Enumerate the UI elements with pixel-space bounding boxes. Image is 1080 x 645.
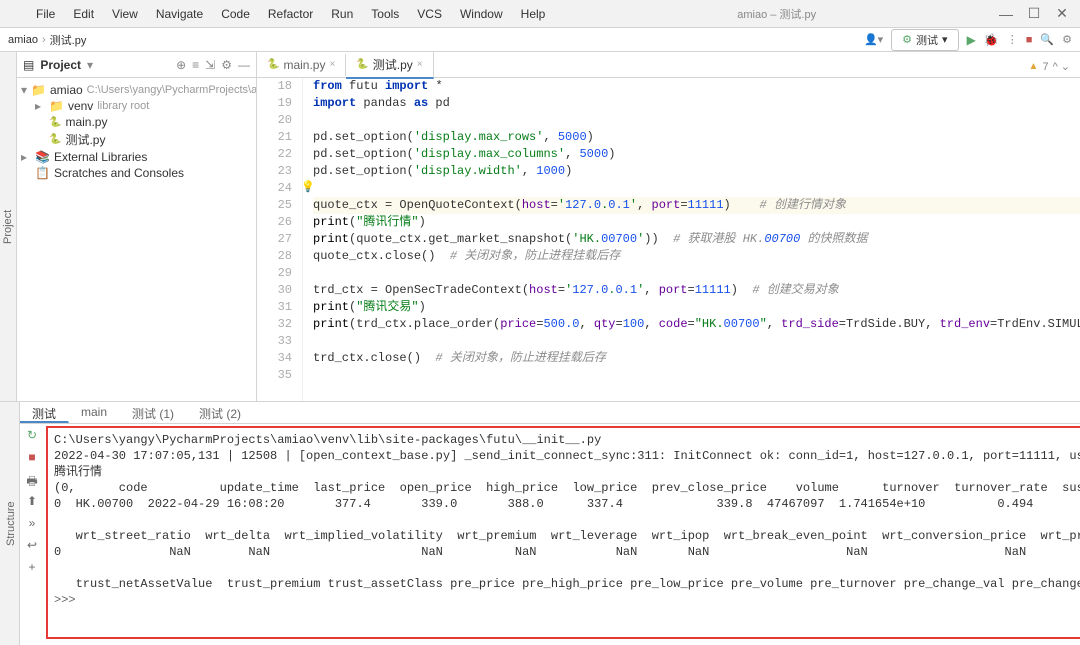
menu-run[interactable]: Run (323, 3, 361, 25)
menu-view[interactable]: View (104, 3, 146, 25)
more-run-icon[interactable]: ⋮ (1007, 33, 1018, 46)
editor-tab[interactable]: 🐍main.py× (257, 54, 346, 76)
project-panel: ▤ Project ▾ ⊕ ≡ ⇲ ⚙ — ▾📁amiao C:\Users\y… (17, 52, 257, 401)
chevron-down-icon: ▾ (942, 33, 948, 46)
tree-item[interactable]: ▸📚External Libraries (17, 149, 256, 165)
menu-window[interactable]: Window (452, 3, 511, 25)
code-area[interactable]: from futu import *import pandas as pdpd.… (303, 78, 1080, 401)
editor-tab[interactable]: 🐍测试.py× (346, 52, 433, 79)
warning-count: 7 (1042, 61, 1048, 73)
print-icon[interactable]: 🖶 (24, 472, 40, 488)
trash-icon[interactable]: + (24, 560, 40, 576)
inspection-chevron[interactable]: ^ ⌄ (1053, 60, 1070, 73)
settings-icon[interactable]: ⚙ (1062, 33, 1072, 46)
run-toolbar: ↻ ■ 🖶 ⬆ » ↩ + (20, 424, 44, 645)
menu-navigate[interactable]: Navigate (148, 3, 211, 25)
hide-icon[interactable]: — (238, 58, 250, 72)
bookmarks-tab[interactable]: Bookmarks (0, 402, 3, 645)
debug-icon[interactable]: 🐞 (984, 33, 999, 47)
structure-tab[interactable]: Structure (3, 402, 19, 645)
run-config-label: 测试 (916, 32, 938, 48)
menu-refactor[interactable]: Refactor (260, 3, 321, 25)
left-tool-strip: Project (0, 52, 17, 401)
breadcrumb-sep: › (42, 34, 46, 46)
menu-help[interactable]: Help (513, 3, 554, 25)
run-tab[interactable]: 测试 (1) (120, 402, 187, 423)
editor-tabs: 🐍main.py×🐍测试.py× (257, 52, 1080, 78)
menu-tools[interactable]: Tools (363, 3, 407, 25)
project-panel-icon: ▤ (23, 58, 34, 72)
run-tab[interactable]: 测试 (2) (187, 402, 254, 423)
stop-run-icon[interactable]: ■ (24, 450, 40, 466)
menu-edit[interactable]: Edit (65, 3, 102, 25)
expand-icon[interactable]: ⇲ (205, 58, 215, 72)
menu-file[interactable]: File (28, 3, 63, 25)
left-tool-strip-lower: Structure Bookmarks (0, 402, 20, 645)
menu-code[interactable]: Code (213, 3, 258, 25)
close-icon[interactable]: ✕ (1056, 8, 1068, 20)
users-icon[interactable]: 👤▾ (864, 33, 883, 46)
gear-icon[interactable]: ⚙ (221, 58, 232, 72)
close-tab-icon[interactable]: × (329, 59, 335, 70)
menu-vcs[interactable]: VCS (409, 3, 450, 25)
wrap-icon[interactable]: ↩ (24, 538, 40, 554)
project-panel-title: Project (40, 58, 81, 72)
close-tab-icon[interactable]: × (417, 59, 423, 70)
project-tree: ▾📁amiao C:\Users\yangy\PycharmProjects\a… (17, 78, 256, 185)
search-icon[interactable]: 🔍 (1040, 33, 1054, 46)
warning-icon[interactable]: ▲ (1029, 61, 1039, 72)
breadcrumb-file[interactable]: 测试.py (50, 32, 87, 48)
run-tab[interactable]: main (69, 402, 120, 423)
chevron-down-icon[interactable]: ▾ (87, 58, 93, 72)
step-icon[interactable]: » (24, 516, 40, 532)
tree-item[interactable]: ▾📁amiao C:\Users\yangy\PycharmProjects\a… (17, 82, 256, 98)
stop-icon[interactable]: ■ (1026, 34, 1033, 46)
tree-item[interactable]: 📋Scratches and Consoles (17, 165, 256, 181)
maximize-icon[interactable]: ☐ (1028, 8, 1040, 20)
target-icon[interactable]: ⊕ (176, 58, 186, 72)
run-config-selector[interactable]: ⚙ 测试 ▾ (891, 29, 958, 51)
tree-item[interactable]: 🐍测试.py (17, 130, 256, 149)
minimize-icon[interactable]: — (1000, 8, 1012, 20)
collapse-icon[interactable]: ≡ (192, 58, 199, 72)
run-console[interactable]: C:\Users\yangy\PycharmProjects\amiao\ven… (46, 426, 1080, 639)
line-gutter: 181920212223242526272829303132333435 (257, 78, 303, 401)
up-icon[interactable]: ⬆ (24, 494, 40, 510)
menu-bar: FileEditViewNavigateCodeRefactorRunTools… (0, 3, 553, 25)
run-tab[interactable]: 测试 (20, 402, 69, 423)
breadcrumb-root[interactable]: amiao (8, 34, 38, 46)
run-tabs: 测试main测试 (1)测试 (2) ⚙ — (20, 402, 1080, 424)
play-icon[interactable]: ▶ (967, 33, 976, 47)
window-title: amiao – 测试.py (553, 6, 1000, 22)
run-icon: ⚙ (902, 33, 912, 46)
tree-item[interactable]: ▸📁venv library root (17, 98, 256, 114)
project-tab[interactable]: Project (0, 52, 16, 401)
rerun-icon[interactable]: ↻ (24, 428, 40, 444)
tree-item[interactable]: 🐍main.py (17, 114, 256, 130)
